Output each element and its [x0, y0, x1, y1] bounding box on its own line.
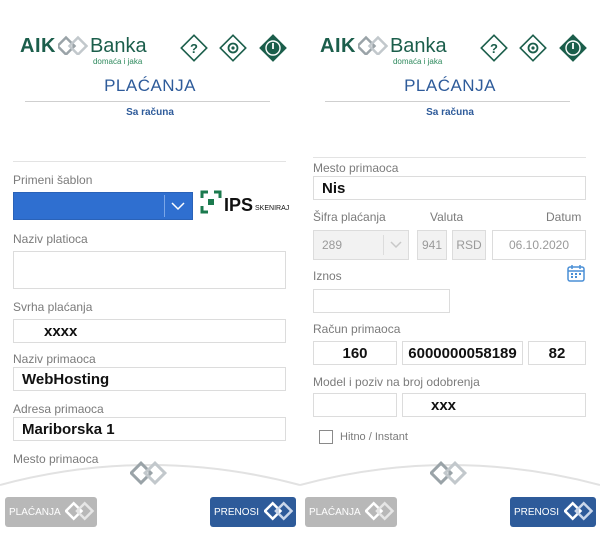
account-label: Račun primaoca [313, 322, 401, 336]
instant-checkbox[interactable] [319, 430, 333, 444]
recipient-place-label: Mesto primaoca [313, 161, 399, 175]
from-account-link[interactable]: Sa računa [300, 107, 600, 118]
chevron-down-icon [390, 241, 402, 249]
aik-banka-logo: AIK Banka domaća i jaka [320, 35, 447, 66]
account-control-field[interactable]: 82 [528, 341, 586, 365]
chain-icon [430, 460, 468, 486]
chain-icon [130, 460, 168, 486]
gear-icon[interactable] [219, 34, 247, 62]
from-account-link[interactable]: Sa računa [0, 107, 300, 118]
amount-field[interactable] [313, 289, 450, 313]
payments-screen-right: AIK Banka domaća i jaka ? PLAĆANJA Sa ra… [300, 0, 600, 533]
section-divider [313, 157, 586, 158]
title-divider [325, 101, 570, 102]
reference-model-field[interactable] [313, 393, 397, 417]
power-icon[interactable] [259, 34, 287, 62]
chain-logo-icon [57, 35, 88, 55]
page-title: PLAĆANJA [404, 76, 496, 95]
title-divider [25, 101, 270, 102]
account-bank-field[interactable]: 160 [313, 341, 397, 365]
logo-aik: AIK [20, 35, 56, 57]
reference-label: Model i poziv na broj odobrenja [313, 375, 480, 389]
payer-name-label: Naziv platioca [13, 232, 88, 246]
transfers-nav-label: PRENOSI [214, 506, 260, 518]
currency-code-field: 941 [417, 230, 447, 260]
recipient-place-field[interactable]: Nis [313, 176, 586, 200]
payment-code-value: 289 [322, 238, 343, 252]
payments-screen-left: AIK Banka domaća i jaka ? PLAĆANJA Sa ra… [0, 0, 300, 533]
logo-tagline: domaća i jaka [392, 57, 443, 66]
date-field[interactable]: 06.10.2020 [492, 230, 586, 260]
currency-label: Valuta [430, 210, 464, 224]
svg-text:?: ? [190, 41, 198, 56]
logo-aik: AIK [320, 35, 356, 57]
payment-code-label: Šifra plaćanja [313, 210, 386, 224]
recipient-name-field[interactable]: WebHosting [13, 367, 286, 391]
gear-icon[interactable] [519, 34, 547, 62]
svg-text:?: ? [490, 41, 498, 56]
chain-icon [264, 501, 294, 521]
chain-logo-icon [357, 35, 388, 55]
recipient-address-field[interactable]: Mariborska 1 [13, 417, 286, 441]
payments-nav-button[interactable]: PLAĆANJA [305, 497, 397, 527]
chain-icon [65, 501, 95, 521]
aik-banka-logo: AIK Banka domaća i jaka [20, 35, 147, 66]
purpose-field[interactable]: xxxx [13, 319, 286, 343]
reference-number-field[interactable]: xxx [402, 393, 586, 417]
logo-tagline: domaća i jaka [92, 57, 143, 66]
chain-icon [365, 501, 395, 521]
account-number-field[interactable]: 6000000058189 [402, 341, 523, 365]
payments-nav-label: PLAĆANJA [9, 506, 61, 518]
template-select[interactable] [13, 192, 193, 220]
payer-name-field[interactable] [13, 251, 286, 289]
payment-code-select[interactable]: 289 [313, 230, 409, 260]
scan-label: SKENIRAJ [255, 205, 290, 212]
recipient-name-label: Naziv primaoca [13, 352, 96, 366]
calendar-icon[interactable] [566, 263, 586, 283]
section-divider [13, 161, 286, 162]
date-label: Datum [546, 210, 582, 224]
ips-label: IPS [224, 195, 254, 215]
template-label: Primeni šablon [13, 173, 93, 187]
chain-icon [564, 501, 594, 521]
select-separator [164, 195, 165, 217]
help-icon[interactable]: ? [180, 34, 208, 62]
qr-scan-icon [200, 190, 222, 214]
recipient-address-label: Adresa primaoca [13, 402, 104, 416]
page-title: PLAĆANJA [104, 76, 196, 95]
payments-nav-label: PLAĆANJA [309, 506, 361, 518]
help-icon[interactable]: ? [480, 34, 508, 62]
instant-label: Hitno / Instant [340, 431, 408, 443]
transfers-nav-button[interactable]: PRENOSI [510, 497, 596, 527]
amount-label: Iznos [313, 269, 342, 283]
transfers-nav-label: PRENOSI [514, 506, 560, 518]
chevron-down-icon [171, 202, 185, 211]
logo-banka: Banka [89, 35, 147, 57]
currency-name-field: RSD [452, 230, 486, 260]
transfers-nav-button[interactable]: PRENOSI [210, 497, 296, 527]
ips-scan-button[interactable]: IPS SKENIRAJ [200, 190, 289, 214]
select-separator [383, 235, 384, 255]
power-icon[interactable] [559, 34, 587, 62]
purpose-label: Svrha plaćanja [13, 300, 93, 314]
payments-nav-button[interactable]: PLAĆANJA [5, 497, 97, 527]
logo-banka: Banka [389, 35, 447, 57]
